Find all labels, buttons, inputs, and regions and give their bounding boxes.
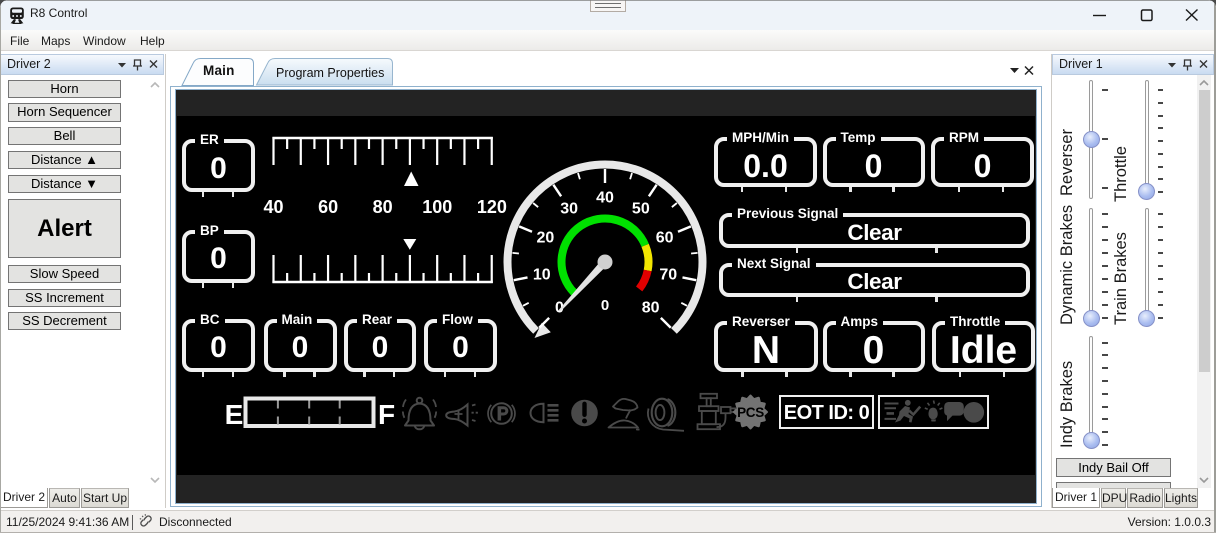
svg-text:60: 60 xyxy=(318,197,338,217)
svg-text:70: 70 xyxy=(659,267,677,284)
svg-text:40: 40 xyxy=(596,190,614,207)
svg-text:120: 120 xyxy=(477,197,507,217)
svg-text:60: 60 xyxy=(656,229,674,246)
svg-text:50: 50 xyxy=(632,200,650,217)
svg-text:PCS: PCS xyxy=(737,405,764,420)
svg-text:10: 10 xyxy=(533,267,551,284)
svg-text:40: 40 xyxy=(263,197,283,217)
svg-text:80: 80 xyxy=(373,197,393,217)
svg-text:0: 0 xyxy=(601,297,609,314)
svg-text:20: 20 xyxy=(537,229,555,246)
svg-text:30: 30 xyxy=(560,200,578,217)
svg-text:F: F xyxy=(378,399,395,430)
svg-text:E: E xyxy=(225,399,244,430)
svg-text:100: 100 xyxy=(422,197,452,217)
svg-text:80: 80 xyxy=(642,300,660,317)
